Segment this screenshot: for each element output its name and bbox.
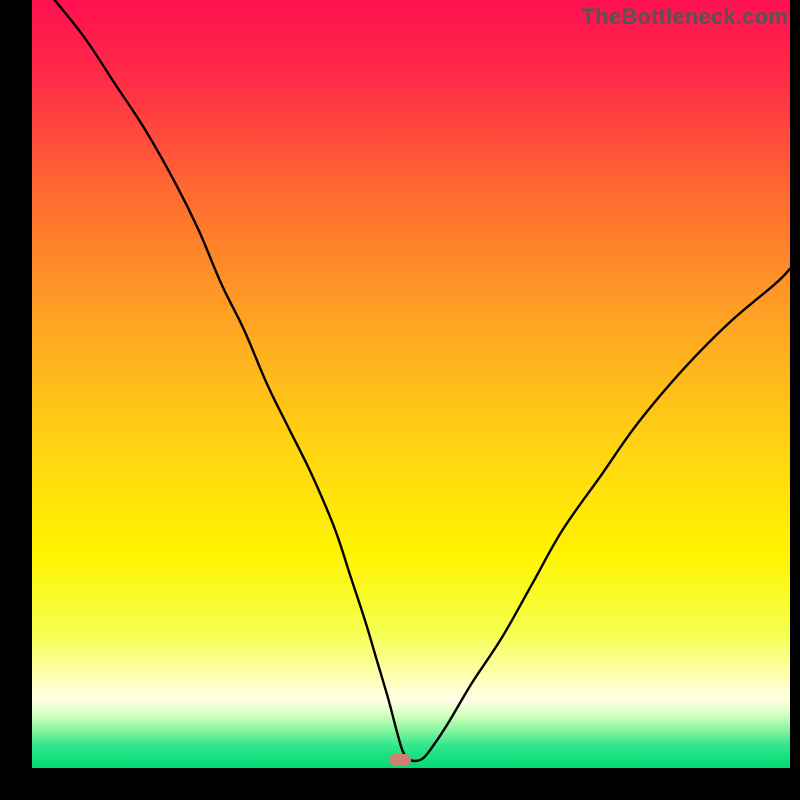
minimum-marker [389,754,411,766]
watermark-text: TheBottleneck.com [582,4,788,30]
chart-frame: TheBottleneck.com [0,0,800,800]
background-gradient [32,0,790,768]
plot-area [32,0,790,768]
